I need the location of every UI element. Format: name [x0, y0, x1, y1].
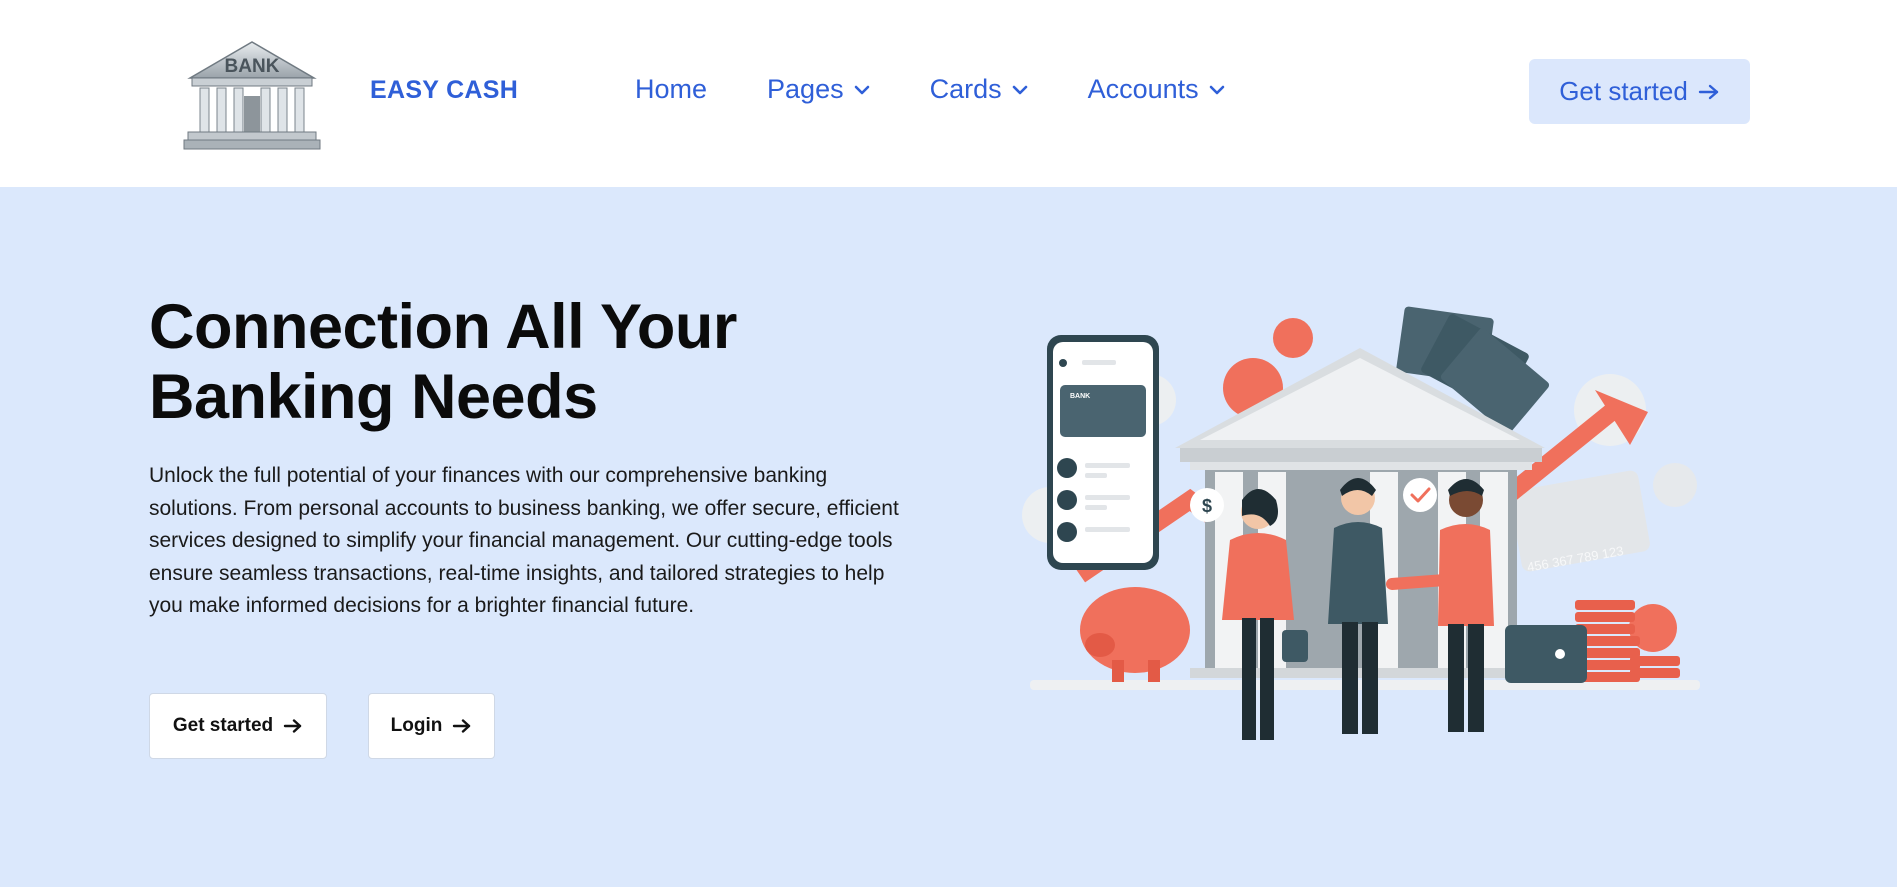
banking-illustration: 456 367 789 123 BANK $: [1020, 300, 1710, 770]
arrow-right-icon: [283, 719, 302, 733]
chevron-down-icon: [1012, 85, 1027, 94]
hero-get-started-button[interactable]: Get started: [149, 693, 327, 759]
get-started-label: Get started: [1559, 76, 1688, 106]
wallet-clasp: [1555, 649, 1565, 659]
dollar-icon: $: [1202, 496, 1212, 516]
faint-coin-icon: [1653, 463, 1697, 507]
main-nav: Home Pages Cards Accounts: [635, 74, 1285, 105]
phone-mockup: BANK: [1047, 335, 1159, 570]
hero-login-label: Login: [390, 715, 443, 736]
coin-icon: [1273, 318, 1313, 358]
chevron-down-icon: [1209, 85, 1224, 94]
bank-logo[interactable]: BANK: [182, 36, 322, 154]
check-badge: [1403, 478, 1437, 512]
piggy-bank: [1080, 587, 1190, 682]
hero-title-line2: Banking Needs: [149, 362, 598, 432]
arrow-right-icon: [453, 719, 471, 733]
chevron-down-icon: [854, 85, 869, 94]
nav-pages[interactable]: Pages: [767, 74, 870, 105]
brand-name[interactable]: EASY CASH: [370, 76, 518, 105]
svg-text:BANK: BANK: [225, 56, 280, 77]
nav-accounts[interactable]: Accounts: [1088, 74, 1225, 105]
top-navbar: BANK EASY CASH Home Pages Cards Accounts…: [0, 0, 1897, 187]
hero-get-started-label: Get started: [172, 715, 274, 736]
nav-cards[interactable]: Cards: [930, 74, 1028, 105]
hero-login-button[interactable]: Login: [368, 693, 495, 759]
nav-cards-label: Cards: [929, 74, 1002, 104]
phone-card-label: BANK: [1070, 393, 1090, 400]
get-started-button[interactable]: Get started: [1529, 59, 1750, 124]
nav-accounts-label: Accounts: [1087, 74, 1199, 104]
hero-title-line1: Connection All Your: [149, 292, 737, 362]
wallet: [1505, 625, 1587, 683]
nav-home[interactable]: Home: [635, 74, 707, 105]
arrow-right-icon: [1698, 84, 1719, 99]
hero-title: Connection All Your Banking Needs: [149, 292, 949, 432]
hero-description: Unlock the full potential of your financ…: [149, 464, 899, 617]
nav-home-label: Home: [635, 74, 708, 104]
nav-pages-label: Pages: [767, 74, 844, 104]
